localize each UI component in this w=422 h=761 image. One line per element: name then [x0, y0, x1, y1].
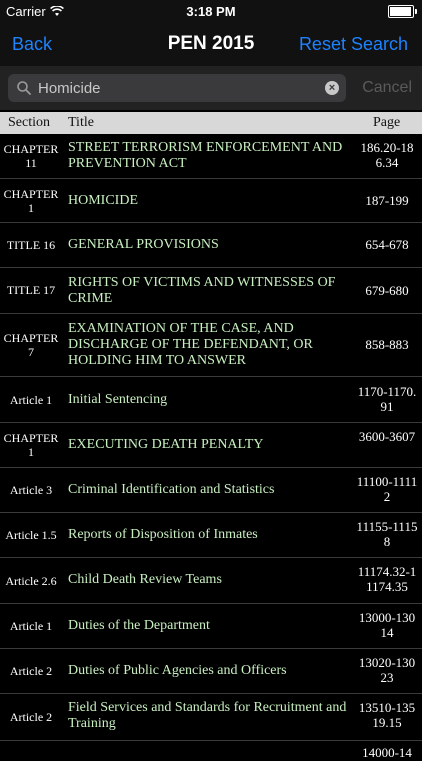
table-row[interactable]: TITLE 17 RIGHTS OF VICTIMS AND WITNESSES… [0, 268, 422, 314]
table-row[interactable]: Article 2.6 Child Death Review Teams 111… [0, 558, 422, 604]
row-page: 13510-13519.15 [358, 700, 416, 730]
row-page: 654-678 [365, 237, 409, 252]
header-title: Title [68, 115, 94, 130]
table-row[interactable]: Article 1.5 Reports of Disposition of In… [0, 513, 422, 558]
row-page: 679-680 [365, 283, 409, 298]
row-title: Duties of Public Agencies and Officers [68, 663, 287, 678]
table-row[interactable]: CHAPTER 11 STREET TERRORISM ENFORCEMENT … [0, 134, 422, 179]
row-page: 858-883 [365, 337, 409, 352]
row-section: CHAPTER 1 [3, 187, 59, 215]
row-section: CHAPTER 11 [3, 142, 59, 170]
search-input[interactable] [38, 74, 318, 102]
row-title: EXECUTING DEATH PENALTY [68, 437, 264, 452]
status-time: 3:18 PM [186, 4, 236, 19]
row-page: 11174.32-11174.35 [357, 564, 417, 594]
row-page: 14000-14 [362, 745, 412, 760]
table-row[interactable]: CHAPTER 1 EXECUTING DEATH PENALTY 3600-3… [0, 423, 422, 468]
cancel-button[interactable]: Cancel [362, 79, 412, 97]
navigation-bar: Back PEN 2015 Reset Search [0, 22, 422, 66]
table-row[interactable]: TITLE 16 GENERAL PROVISIONS 654-678 [0, 223, 422, 268]
row-page: 3600-3607 [358, 429, 416, 444]
row-title: EXAMINATION OF THE CASE, AND DISCHARGE O… [68, 321, 313, 368]
search-field[interactable]: × [8, 74, 346, 102]
row-section: CHAPTER 7 [3, 331, 59, 359]
row-page: 186.20-186.34 [360, 140, 414, 170]
table-header: Section Title Page [0, 112, 422, 134]
table-row[interactable]: Article 2 Field Services and Standards f… [0, 694, 422, 741]
row-section: Article 2 [9, 664, 53, 678]
row-section: Article 1 [9, 393, 53, 407]
row-section: Article 1.5 [5, 528, 57, 542]
row-title: STREET TERRORISM ENFORCEMENT AND PREVENT… [68, 140, 343, 171]
table-row[interactable]: CHAPTER 1 HOMICIDE 187-199 [0, 179, 422, 223]
battery-icon [388, 5, 417, 18]
row-title: Reports of Disposition of Inmates [68, 527, 258, 542]
status-bar: Carrier 3:18 PM [0, 0, 422, 22]
clear-search-icon[interactable]: × [325, 81, 339, 95]
row-title: GENERAL PROVISIONS [68, 237, 219, 252]
table-row[interactable]: Article 2 Duties of Public Agencies and … [0, 649, 422, 694]
row-page: 11100-11112 [356, 474, 418, 504]
row-title: Duties of the Department [68, 618, 210, 633]
row-title: Field Services and Standards for Recruit… [68, 700, 347, 731]
table-row[interactable]: CHAPTER 7 EXAMINATION OF THE CASE, AND D… [0, 314, 422, 377]
row-title: Child Death Review Teams [68, 572, 222, 587]
table-row[interactable]: Article 1 Duties of the Department 13000… [0, 604, 422, 649]
row-section: Article 2 [9, 710, 53, 724]
row-section: TITLE 16 [6, 238, 56, 252]
row-page: 187-199 [365, 193, 409, 208]
row-title: RIGHTS OF VICTIMS AND WITNESSES OF CRIME [68, 275, 336, 306]
row-title: Initial Sentencing [68, 392, 168, 407]
table-row[interactable]: Article 3 Criminal Identification and St… [0, 468, 422, 513]
row-section: Article 3 [9, 483, 53, 497]
row-title: Criminal Identification and Statistics [68, 482, 275, 497]
row-section: Article 2.6 [5, 574, 57, 588]
search-icon [17, 81, 31, 95]
table-row[interactable]: 14000-14 [0, 741, 422, 761]
table-row[interactable]: Article 1 Initial Sentencing 1170-1170.9… [0, 377, 422, 423]
row-page: 13000-13014 [358, 610, 416, 640]
reset-search-button[interactable]: Reset Search [299, 34, 408, 55]
header-section: Section [8, 115, 50, 130]
search-bar: × Cancel [0, 66, 422, 110]
row-section: Article 1 [9, 619, 53, 633]
row-title: HOMICIDE [68, 193, 138, 208]
header-page: Page [373, 115, 401, 130]
back-button[interactable]: Back [12, 34, 52, 55]
row-page: 11155-11158 [356, 519, 418, 549]
row-page: 13020-13023 [358, 655, 416, 685]
row-page: 1170-1170.91 [357, 384, 417, 414]
row-section: TITLE 17 [6, 283, 56, 297]
row-section: CHAPTER 1 [3, 431, 59, 459]
